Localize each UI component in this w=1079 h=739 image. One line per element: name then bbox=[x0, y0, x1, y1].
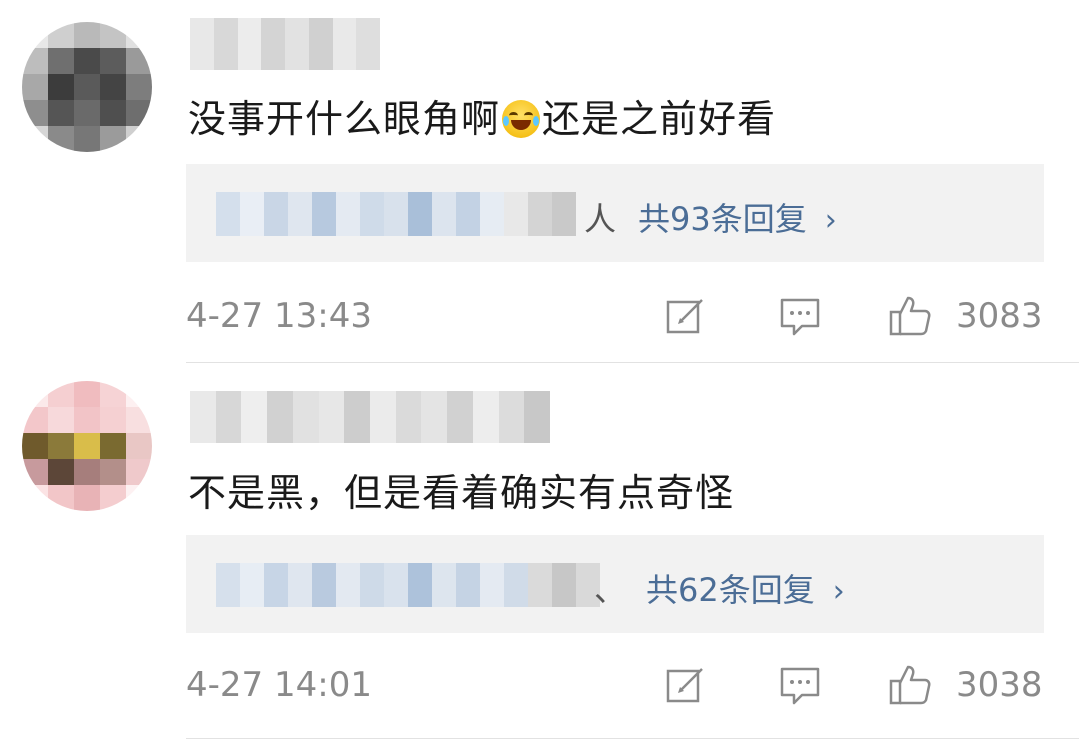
reply-preview-redacted bbox=[216, 563, 600, 607]
reply-preview-redacted bbox=[216, 192, 576, 236]
avatar[interactable] bbox=[22, 381, 152, 511]
username-redacted[interactable] bbox=[190, 18, 380, 70]
edit-square-icon bbox=[666, 299, 703, 334]
comment-item: 没事开什么眼角啊 还是之前好看 人 共93条回复 › 4-27 13:43 30… bbox=[0, 0, 1079, 362]
timestamp: 4-27 13:43 bbox=[186, 296, 372, 336]
comment-text: 没事开什么眼角啊 还是之前好看 bbox=[188, 88, 776, 143]
view-replies-link[interactable]: 共93条回复 › bbox=[638, 194, 837, 240]
like-count: 3083 bbox=[956, 296, 1043, 336]
avatar-mosaic bbox=[22, 381, 152, 511]
chevron-right-icon: › bbox=[832, 574, 845, 609]
comment-item: 不是黑，但是看着确实有点奇怪 、 共62条回复 › 4-27 14:01 303… bbox=[0, 363, 1079, 739]
comment-text-part: 没事开什么眼角啊 bbox=[188, 97, 501, 141]
comment-text: 不是黑，但是看着确实有点奇怪 bbox=[188, 471, 735, 515]
laughing-tears-emoji-icon bbox=[502, 100, 541, 138]
comment-footer: 4-27 13:43 3083 bbox=[186, 292, 1046, 342]
timestamp: 4-27 14:01 bbox=[186, 665, 372, 705]
avatar[interactable] bbox=[22, 22, 152, 152]
view-replies-label: 共62条回复 bbox=[646, 571, 815, 609]
comment-text-part: 还是之前好看 bbox=[542, 97, 777, 141]
like-button[interactable] bbox=[888, 663, 932, 707]
view-replies-link[interactable]: 共62条回复 › bbox=[646, 565, 845, 611]
view-replies-label: 共93条回复 bbox=[638, 200, 807, 238]
reply-preview-suffix: 人 bbox=[584, 200, 617, 238]
edit-square-icon bbox=[666, 668, 703, 703]
comment-button[interactable] bbox=[778, 663, 822, 707]
username-redacted[interactable] bbox=[190, 391, 551, 443]
like-button[interactable] bbox=[888, 294, 932, 338]
like-count: 3038 bbox=[956, 665, 1043, 705]
comment-bubble-icon bbox=[780, 298, 820, 336]
comment-footer: 4-27 14:01 3038 bbox=[186, 661, 1046, 711]
reply-preview-suffix: 、 bbox=[594, 571, 627, 609]
reply-preview-box[interactable]: 、 共62条回复 › bbox=[186, 535, 1044, 633]
thumbs-up-icon bbox=[889, 665, 931, 705]
chevron-right-icon: › bbox=[824, 203, 837, 238]
avatar-mosaic bbox=[22, 22, 152, 152]
comment-list: 没事开什么眼角啊 还是之前好看 人 共93条回复 › 4-27 13:43 30… bbox=[0, 0, 1079, 739]
comment-button[interactable] bbox=[778, 294, 822, 338]
repost-button[interactable] bbox=[664, 294, 708, 338]
repost-button[interactable] bbox=[664, 663, 708, 707]
reply-preview-box[interactable]: 人 共93条回复 › bbox=[186, 164, 1044, 262]
thumbs-up-icon bbox=[889, 296, 931, 336]
comment-bubble-icon bbox=[780, 667, 820, 705]
